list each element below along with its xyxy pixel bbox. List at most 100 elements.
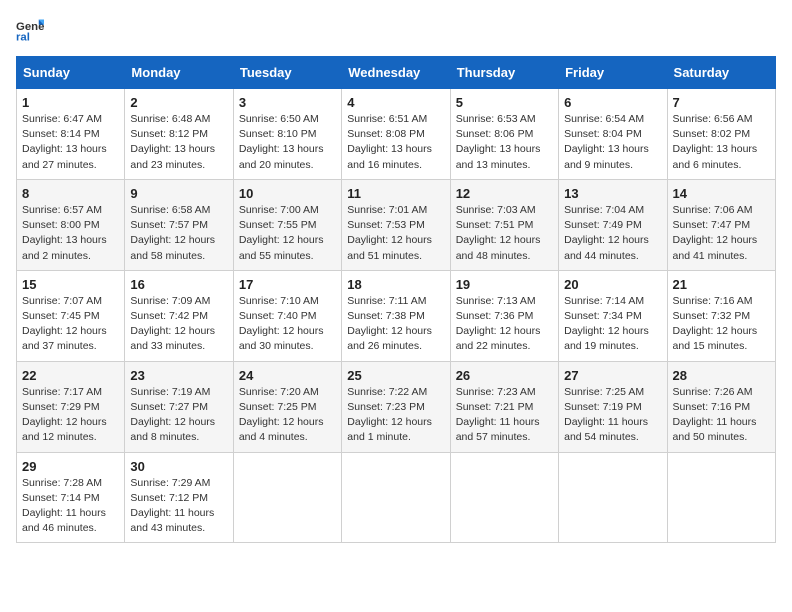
col-header-tuesday: Tuesday <box>233 57 341 89</box>
calendar-cell: 10Sunrise: 7:00 AM Sunset: 7:55 PM Dayli… <box>233 179 341 270</box>
calendar-cell: 3 Sunrise: 6:50 AM Sunset: 8:10 PM Daylig… <box>233 89 341 180</box>
day-number: 4 <box>347 95 444 110</box>
day-number: 30 <box>130 459 227 474</box>
calendar-cell: 9 Sunrise: 6:58 AM Sunset: 7:57 PM Daylig… <box>125 179 233 270</box>
day-info: Sunrise: 6:56 AM Sunset: 8:02 PM Dayligh… <box>673 112 770 173</box>
day-info: Sunrise: 7:29 AM Sunset: 7:12 PM Dayligh… <box>130 476 227 537</box>
day-number: 3 <box>239 95 336 110</box>
day-number: 10 <box>239 186 336 201</box>
col-header-wednesday: Wednesday <box>342 57 450 89</box>
calendar-cell: 5 Sunrise: 6:53 AM Sunset: 8:06 PM Daylig… <box>450 89 558 180</box>
calendar-cell <box>233 452 341 543</box>
day-number: 23 <box>130 368 227 383</box>
calendar-cell <box>342 452 450 543</box>
calendar-cell: 4 Sunrise: 6:51 AM Sunset: 8:08 PM Daylig… <box>342 89 450 180</box>
day-number: 19 <box>456 277 553 292</box>
week-row-5: 29Sunrise: 7:28 AM Sunset: 7:14 PM Dayli… <box>17 452 776 543</box>
column-header-row: SundayMondayTuesdayWednesdayThursdayFrid… <box>17 57 776 89</box>
day-info: Sunrise: 7:07 AM Sunset: 7:45 PM Dayligh… <box>22 294 119 355</box>
calendar-cell: 2Sunrise: 6:48 AM Sunset: 8:12 PM Daylig… <box>125 89 233 180</box>
day-number: 26 <box>456 368 553 383</box>
day-number: 16 <box>130 277 227 292</box>
col-header-saturday: Saturday <box>667 57 775 89</box>
day-number: 1 <box>22 95 119 110</box>
day-info: Sunrise: 7:25 AM Sunset: 7:19 PM Dayligh… <box>564 385 661 446</box>
day-info: Sunrise: 7:26 AM Sunset: 7:16 PM Dayligh… <box>673 385 770 446</box>
day-number: 6 <box>564 95 661 110</box>
day-info: Sunrise: 7:23 AM Sunset: 7:21 PM Dayligh… <box>456 385 553 446</box>
calendar-cell <box>667 452 775 543</box>
week-row-2: 8 Sunrise: 6:57 AM Sunset: 8:00 PM Daylig… <box>17 179 776 270</box>
calendar-cell: 18 Sunrise: 7:11 AM Sunset: 7:38 PM Dayli… <box>342 270 450 361</box>
day-number: 11 <box>347 186 444 201</box>
day-number: 18 <box>347 277 444 292</box>
calendar-cell: 30 Sunrise: 7:29 AM Sunset: 7:12 PM Dayli… <box>125 452 233 543</box>
day-info: Sunrise: 7:17 AM Sunset: 7:29 PM Dayligh… <box>22 385 119 446</box>
day-number: 28 <box>673 368 770 383</box>
day-info: Sunrise: 7:20 AM Sunset: 7:25 PM Dayligh… <box>239 385 336 446</box>
day-info: Sunrise: 7:22 AM Sunset: 7:23 PM Dayligh… <box>347 385 444 446</box>
day-info: Sunrise: 6:51 AM Sunset: 8:08 PM Dayligh… <box>347 112 444 173</box>
day-number: 9 <box>130 186 227 201</box>
day-number: 24 <box>239 368 336 383</box>
day-info: Sunrise: 7:09 AM Sunset: 7:42 PM Dayligh… <box>130 294 227 355</box>
calendar-cell: 13 Sunrise: 7:04 AM Sunset: 7:49 PM Dayli… <box>559 179 667 270</box>
day-info: Sunrise: 6:58 AM Sunset: 7:57 PM Dayligh… <box>130 203 227 264</box>
calendar-cell <box>450 452 558 543</box>
day-number: 27 <box>564 368 661 383</box>
calendar-cell: 16 Sunrise: 7:09 AM Sunset: 7:42 PM Dayli… <box>125 270 233 361</box>
day-number: 13 <box>564 186 661 201</box>
page-header: Gene ral <box>16 16 776 44</box>
day-info: Sunrise: 6:57 AM Sunset: 8:00 PM Dayligh… <box>22 203 119 264</box>
day-number: 7 <box>673 95 770 110</box>
col-header-friday: Friday <box>559 57 667 89</box>
day-info: Sunrise: 7:11 AM Sunset: 7:38 PM Dayligh… <box>347 294 444 355</box>
day-number: 14 <box>673 186 770 201</box>
day-info: Sunrise: 7:06 AM Sunset: 7:47 PM Dayligh… <box>673 203 770 264</box>
calendar-cell: 25 Sunrise: 7:22 AM Sunset: 7:23 PM Dayli… <box>342 361 450 452</box>
week-row-4: 22 Sunrise: 7:17 AM Sunset: 7:29 PM Dayli… <box>17 361 776 452</box>
day-info: Sunrise: 6:48 AM Sunset: 8:12 PM Dayligh… <box>130 112 227 173</box>
calendar-cell: 6 Sunrise: 6:54 AM Sunset: 8:04 PM Daylig… <box>559 89 667 180</box>
day-info: Sunrise: 6:47 AM Sunset: 8:14 PM Dayligh… <box>22 112 119 173</box>
day-number: 8 <box>22 186 119 201</box>
day-number: 22 <box>22 368 119 383</box>
calendar-cell: 1 Sunrise: 6:47 AM Sunset: 8:14 PM Daylig… <box>17 89 125 180</box>
svg-text:ral: ral <box>16 32 30 44</box>
calendar-cell: 11 Sunrise: 7:01 AM Sunset: 7:53 PM Dayli… <box>342 179 450 270</box>
calendar-cell: 23 Sunrise: 7:19 AM Sunset: 7:27 PM Dayli… <box>125 361 233 452</box>
calendar-table: SundayMondayTuesdayWednesdayThursdayFrid… <box>16 56 776 543</box>
week-row-1: 1 Sunrise: 6:47 AM Sunset: 8:14 PM Daylig… <box>17 89 776 180</box>
day-info: Sunrise: 7:04 AM Sunset: 7:49 PM Dayligh… <box>564 203 661 264</box>
calendar-cell: 27 Sunrise: 7:25 AM Sunset: 7:19 PM Dayli… <box>559 361 667 452</box>
day-info: Sunrise: 6:54 AM Sunset: 8:04 PM Dayligh… <box>564 112 661 173</box>
day-info: Sunrise: 6:53 AM Sunset: 8:06 PM Dayligh… <box>456 112 553 173</box>
day-info: Sunrise: 6:50 AM Sunset: 8:10 PM Dayligh… <box>239 112 336 173</box>
day-number: 17 <box>239 277 336 292</box>
day-number: 15 <box>22 277 119 292</box>
calendar-cell <box>559 452 667 543</box>
col-header-monday: Monday <box>125 57 233 89</box>
day-info: Sunrise: 7:13 AM Sunset: 7:36 PM Dayligh… <box>456 294 553 355</box>
calendar-cell: 19 Sunrise: 7:13 AM Sunset: 7:36 PM Dayli… <box>450 270 558 361</box>
col-header-thursday: Thursday <box>450 57 558 89</box>
calendar-cell: 26 Sunrise: 7:23 AM Sunset: 7:21 PM Dayli… <box>450 361 558 452</box>
calendar-cell: 29Sunrise: 7:28 AM Sunset: 7:14 PM Dayli… <box>17 452 125 543</box>
logo-icon: Gene ral <box>16 16 44 44</box>
day-info: Sunrise: 7:01 AM Sunset: 7:53 PM Dayligh… <box>347 203 444 264</box>
calendar-cell: 21 Sunrise: 7:16 AM Sunset: 7:32 PM Dayli… <box>667 270 775 361</box>
calendar-cell: 17Sunrise: 7:10 AM Sunset: 7:40 PM Dayli… <box>233 270 341 361</box>
day-number: 5 <box>456 95 553 110</box>
calendar-cell: 15 Sunrise: 7:07 AM Sunset: 7:45 PM Dayli… <box>17 270 125 361</box>
day-info: Sunrise: 7:03 AM Sunset: 7:51 PM Dayligh… <box>456 203 553 264</box>
day-info: Sunrise: 7:16 AM Sunset: 7:32 PM Dayligh… <box>673 294 770 355</box>
calendar-cell: 14 Sunrise: 7:06 AM Sunset: 7:47 PM Dayli… <box>667 179 775 270</box>
day-info: Sunrise: 7:19 AM Sunset: 7:27 PM Dayligh… <box>130 385 227 446</box>
calendar-cell: 20Sunrise: 7:14 AM Sunset: 7:34 PM Dayli… <box>559 270 667 361</box>
logo: Gene ral <box>16 16 48 44</box>
calendar-cell: 7 Sunrise: 6:56 AM Sunset: 8:02 PM Daylig… <box>667 89 775 180</box>
calendar-cell: 12Sunrise: 7:03 AM Sunset: 7:51 PM Dayli… <box>450 179 558 270</box>
day-number: 29 <box>22 459 119 474</box>
day-number: 25 <box>347 368 444 383</box>
day-number: 21 <box>673 277 770 292</box>
